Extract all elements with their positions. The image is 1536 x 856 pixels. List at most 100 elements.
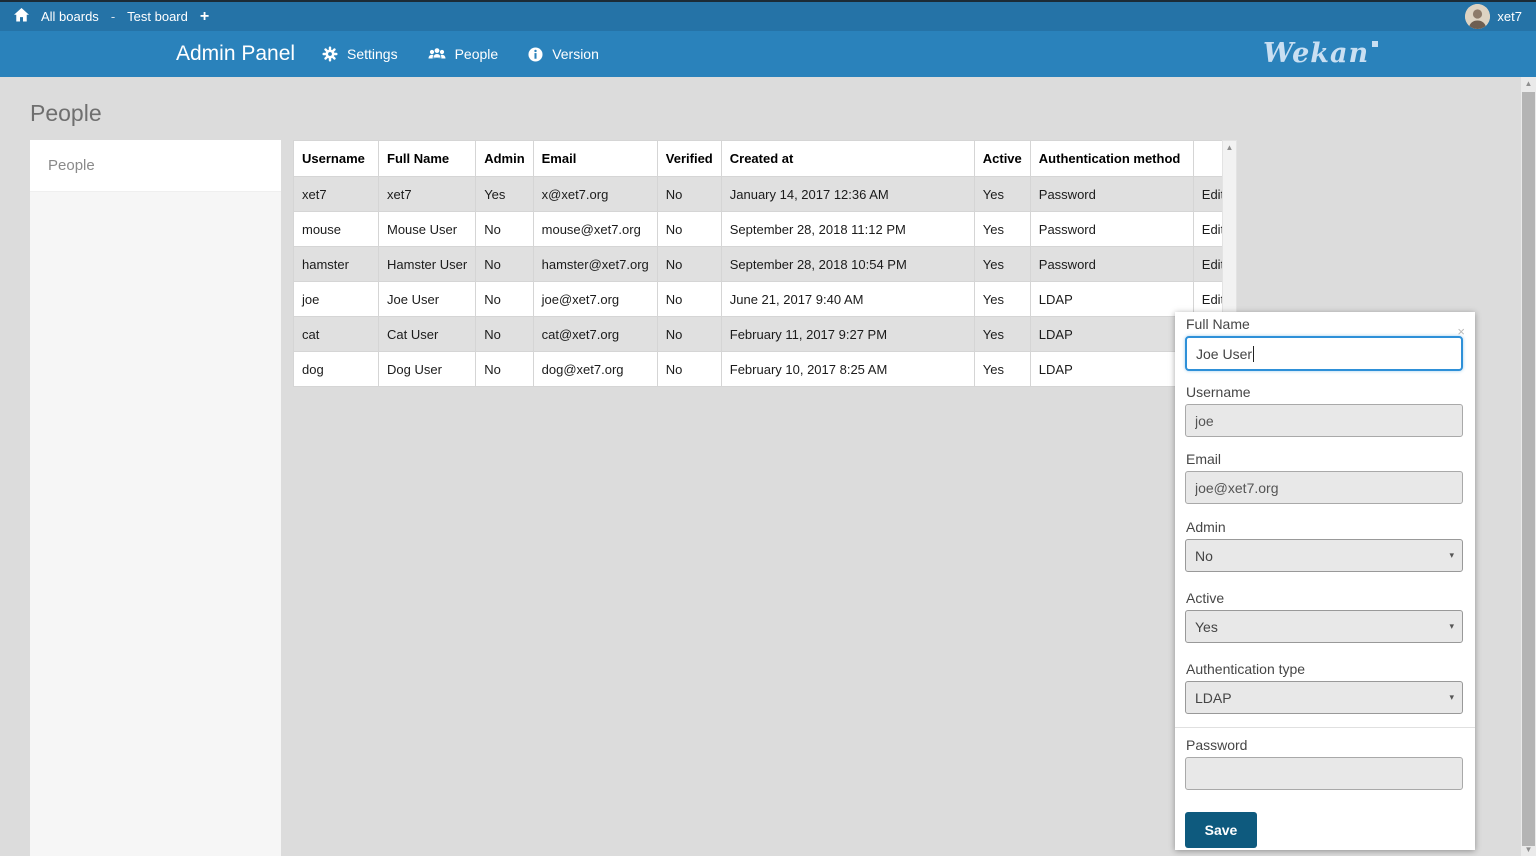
nav-settings[interactable]: Settings (322, 46, 398, 62)
user-menu[interactable]: xet7 (1465, 4, 1522, 29)
dropdown-arrow-icon: ▾ (1449, 621, 1454, 632)
divider (1175, 727, 1475, 728)
cell-full-name: Mouse User (379, 212, 476, 247)
cell-full-name: Dog User (379, 352, 476, 387)
cell-verified: No (657, 352, 721, 387)
cell-auth-method: LDAP (1030, 352, 1193, 387)
cell-created-at: February 10, 2017 8:25 AM (721, 352, 974, 387)
cell-admin: No (476, 317, 533, 352)
table-row: cat Cat User No cat@xet7.org No February… (294, 317, 1237, 352)
full-name-label: Full Name (1186, 316, 1463, 332)
auth-type-field: Authentication type LDAP ▾ (1185, 661, 1463, 714)
admin-select-value: No (1195, 548, 1213, 564)
users-icon (428, 47, 446, 62)
cell-active: Yes (974, 177, 1030, 212)
full-name-field: Full Name Joe User (1185, 316, 1463, 371)
save-button[interactable]: Save (1185, 812, 1257, 848)
cell-email: mouse@xet7.org (533, 212, 657, 247)
table-header-row: Username Full Name Admin Email Verified … (294, 141, 1237, 177)
cell-admin: Yes (476, 177, 533, 212)
text-caret (1253, 346, 1254, 362)
cell-verified: No (657, 177, 721, 212)
cell-auth-method: Password (1030, 247, 1193, 282)
scrollbar-thumb[interactable] (1522, 92, 1535, 846)
cell-created-at: January 14, 2017 12:36 AM (721, 177, 974, 212)
active-select-value: Yes (1195, 619, 1218, 635)
active-label: Active (1186, 590, 1463, 606)
all-boards-link[interactable]: All boards (41, 9, 99, 24)
cell-admin: No (476, 282, 533, 317)
active-field: Active Yes ▾ (1185, 590, 1463, 643)
breadcrumb: All boards - Test board + (14, 8, 209, 25)
email-input[interactable] (1185, 471, 1463, 504)
admin-field: Admin No ▾ (1185, 519, 1463, 572)
col-verified: Verified (657, 141, 721, 177)
cell-email: x@xet7.org (533, 177, 657, 212)
add-board-icon[interactable]: + (200, 9, 209, 25)
cell-full-name: Cat User (379, 317, 476, 352)
nav-people[interactable]: People (428, 46, 499, 62)
sidebar-item-people[interactable]: People (30, 140, 281, 192)
cell-email: dog@xet7.org (533, 352, 657, 387)
cell-username: mouse (294, 212, 379, 247)
info-icon (528, 47, 543, 62)
active-select[interactable]: Yes ▾ (1185, 610, 1463, 643)
breadcrumb-separator: - (111, 9, 115, 24)
cell-auth-method: Password (1030, 212, 1193, 247)
full-name-input[interactable]: Joe User (1185, 336, 1463, 371)
sidebar: People (30, 140, 281, 856)
cell-username: joe (294, 282, 379, 317)
col-auth-method: Authentication method (1030, 141, 1193, 177)
admin-select[interactable]: No ▾ (1185, 539, 1463, 572)
nav-version[interactable]: Version (528, 46, 599, 62)
cell-verified: No (657, 212, 721, 247)
close-icon[interactable]: × (1457, 325, 1465, 338)
cell-username: xet7 (294, 177, 379, 212)
scroll-up-icon[interactable]: ▲ (1521, 77, 1536, 90)
full-name-value: Joe User (1196, 346, 1252, 362)
cell-full-name: Hamster User (379, 247, 476, 282)
edit-link[interactable]: Edit (1202, 187, 1224, 202)
cell-active: Yes (974, 212, 1030, 247)
topbar: All boards - Test board + xet7 (0, 0, 1536, 31)
cell-auth-method: LDAP (1030, 282, 1193, 317)
dropdown-arrow-icon: ▾ (1449, 692, 1454, 703)
password-label: Password (1186, 737, 1463, 753)
edit-user-popup: × Full Name Joe User Username Email Admi… (1175, 312, 1475, 850)
edit-link[interactable]: Edit (1202, 222, 1224, 237)
cell-admin: No (476, 352, 533, 387)
cell-created-at: February 11, 2017 9:27 PM (721, 317, 974, 352)
password-input[interactable] (1185, 757, 1463, 790)
user-name: xet7 (1497, 9, 1522, 24)
username-input[interactable] (1185, 404, 1463, 437)
admin-nav: Settings People (322, 31, 599, 77)
col-username: Username (294, 141, 379, 177)
auth-type-select[interactable]: LDAP ▾ (1185, 681, 1463, 714)
page-scrollbar[interactable]: ▲ ▼ (1521, 77, 1536, 856)
wekan-logo-dot-icon (1372, 41, 1378, 47)
nav-settings-label: Settings (347, 46, 398, 62)
board-link[interactable]: Test board (127, 9, 188, 24)
scroll-up-icon[interactable]: ▲ (1223, 141, 1236, 154)
email-field: Email (1185, 451, 1463, 504)
home-icon[interactable] (14, 8, 29, 25)
cell-active: Yes (974, 317, 1030, 352)
edit-link[interactable]: Edit (1202, 292, 1224, 307)
edit-link[interactable]: Edit (1202, 257, 1224, 272)
admin-header: Admin Panel Settings (0, 31, 1536, 77)
dropdown-arrow-icon: ▾ (1449, 550, 1454, 561)
username-field: Username (1185, 384, 1463, 437)
cell-auth-method: Password (1030, 177, 1193, 212)
table-row: dog Dog User No dog@xet7.org No February… (294, 352, 1237, 387)
table-row: xet7 xet7 Yes x@xet7.org No January 14, … (294, 177, 1237, 212)
cell-verified: No (657, 282, 721, 317)
col-created-at: Created at (721, 141, 974, 177)
cell-username: hamster (294, 247, 379, 282)
cell-created-at: September 28, 2018 11:12 PM (721, 212, 974, 247)
scroll-down-icon[interactable]: ▼ (1521, 843, 1536, 856)
cell-verified: No (657, 247, 721, 282)
cell-admin: No (476, 247, 533, 282)
nav-version-label: Version (552, 46, 599, 62)
cell-email: joe@xet7.org (533, 282, 657, 317)
user-avatar[interactable] (1465, 4, 1490, 29)
